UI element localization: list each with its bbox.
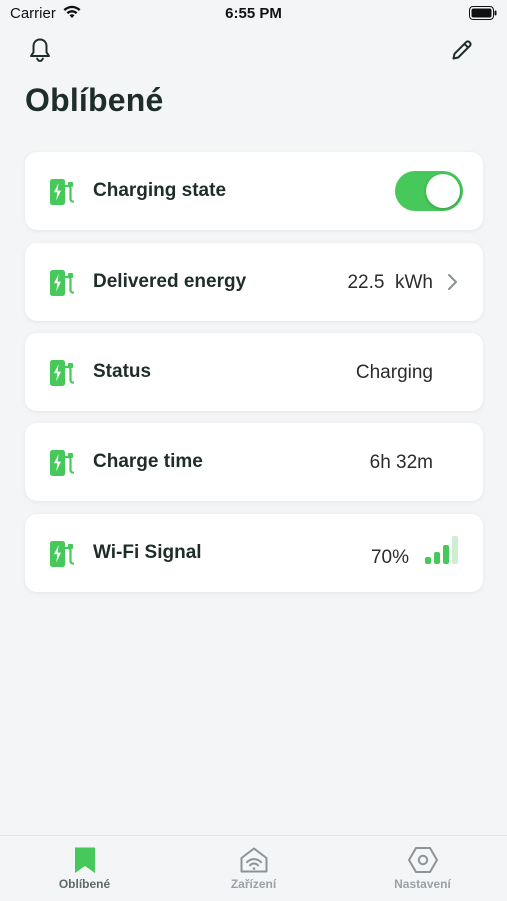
- ev-charger-icon: [50, 450, 75, 476]
- hexagon-settings-icon: [407, 847, 438, 873]
- chevron-right-icon[interactable]: [445, 272, 459, 292]
- card-status[interactable]: Status Charging: [25, 333, 483, 411]
- signal-bar-2: [434, 552, 440, 564]
- card-wifi-signal[interactable]: Wi-Fi Signal 70%: [25, 514, 483, 592]
- tab-label: Nastavení: [394, 877, 451, 891]
- page-title: Oblíbené: [25, 82, 164, 118]
- card-charge-time[interactable]: Charge time 6h 32m: [25, 423, 483, 501]
- toggle-knob: [426, 174, 460, 208]
- ev-charger-icon: [50, 270, 75, 296]
- tab-label: Oblíbené: [58, 877, 111, 891]
- card-label: Charge time: [93, 451, 203, 472]
- signal-bar-1: [425, 557, 431, 564]
- clock: 6:55 PM: [225, 5, 282, 22]
- card-value: 6h 32m: [369, 452, 433, 473]
- tab-label: Zařízení: [230, 877, 277, 891]
- signal-strength-icon: [425, 536, 458, 564]
- pencil-icon[interactable]: [450, 38, 474, 62]
- signal-bar-4: [452, 536, 458, 564]
- card-value: 22.5 kWh: [347, 272, 433, 293]
- charging-toggle[interactable]: [395, 171, 463, 211]
- signal-bar-3: [443, 545, 449, 564]
- ev-charger-icon: [50, 179, 75, 205]
- ev-charger-icon: [50, 541, 75, 567]
- card-label: Wi-Fi Signal: [93, 542, 202, 563]
- ev-charger-icon: [50, 360, 75, 386]
- tab-zarizeni[interactable]: Zařízení: [169, 836, 338, 901]
- bookmark-icon: [74, 847, 95, 873]
- card-label: Charging state: [93, 180, 227, 201]
- card-charging-state[interactable]: Charging state: [25, 152, 483, 230]
- tab-oblibene[interactable]: Oblíbené: [0, 836, 169, 901]
- tab-nastaveni[interactable]: Nastavení: [338, 836, 507, 901]
- card-delivered-energy[interactable]: Delivered energy 22.5 kWh: [25, 243, 483, 321]
- card-label: Status: [93, 361, 152, 382]
- card-value: 70%: [370, 547, 409, 568]
- card-value: Charging: [355, 362, 433, 383]
- tab-bar: Oblíbené Zařízení Nastavení: [0, 835, 507, 901]
- status-bar: Carrier 6:55 PM: [0, 0, 507, 28]
- battery-icon: [469, 6, 497, 20]
- bell-icon[interactable]: [28, 37, 52, 63]
- home-wifi-icon: [240, 847, 267, 873]
- card-label: Delivered energy: [93, 271, 247, 292]
